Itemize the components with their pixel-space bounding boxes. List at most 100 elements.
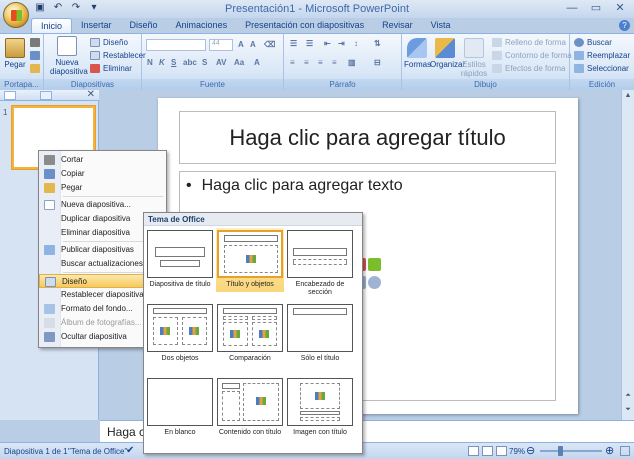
tab-revisar[interactable]: Revisar	[373, 18, 422, 33]
layout-comparison[interactable]: Comparación	[216, 302, 284, 366]
ribbon: Pegar Portapa... Nueva diapositiva Diseñ…	[0, 33, 634, 90]
layout-box	[223, 316, 248, 320]
layout-thumb	[147, 378, 213, 426]
layout-box	[223, 308, 277, 314]
title-placeholder[interactable]: Haga clic para agregar título	[179, 111, 556, 164]
zoom-slider[interactable]	[540, 450, 602, 452]
italic-icon[interactable]: K	[159, 58, 165, 67]
fit-window-icon[interactable]	[620, 446, 630, 456]
bullets-icon[interactable]: ☰	[290, 39, 297, 48]
columns-icon[interactable]: ▥	[348, 58, 356, 67]
close-icon[interactable]: ✕	[608, 1, 632, 16]
close-panel-icon[interactable]: ✕	[87, 89, 95, 100]
slides-tab-icon[interactable]	[4, 91, 16, 100]
shrink-font-icon[interactable]: A	[250, 40, 256, 49]
zoom-level[interactable]: 79%	[509, 447, 525, 456]
layout-title-content[interactable]: Título y objetos	[216, 228, 284, 292]
outline-tab-icon[interactable]	[40, 91, 52, 100]
shapes-button[interactable]: Formas	[404, 38, 431, 69]
delete-button[interactable]: Eliminar	[90, 64, 132, 73]
paste-button[interactable]: Pegar	[4, 38, 26, 69]
grow-font-icon[interactable]: A	[238, 40, 244, 49]
slide-sorter-icon[interactable]	[482, 446, 493, 456]
maximize-icon[interactable]: ▭	[584, 1, 608, 16]
layout-content-with-caption[interactable]: Contenido con título	[216, 376, 284, 440]
tab-insertar[interactable]: Insertar	[72, 18, 121, 33]
font-name-box[interactable]	[146, 39, 206, 51]
prev-slide-icon[interactable]: ⏶	[623, 392, 633, 402]
align-right-icon[interactable]: ≡	[318, 58, 323, 67]
new-slide-icon	[44, 200, 55, 210]
strikethrough-icon[interactable]: abc	[183, 58, 197, 67]
hide-slide-icon	[44, 332, 55, 342]
layout-section-header[interactable]: Encabezado de sección	[286, 228, 354, 296]
align-center-icon[interactable]: ≡	[304, 58, 309, 67]
increase-indent-icon[interactable]: ⇥	[338, 39, 345, 48]
text-direction-icon[interactable]: ⇅	[374, 39, 381, 48]
layout-picture-with-caption[interactable]: Imagen con título	[286, 376, 354, 440]
reset-button[interactable]: Restablecer	[90, 51, 146, 60]
layout-two-content[interactable]: Dos objetos	[146, 302, 214, 366]
zoom-in-icon[interactable]: ⊕	[605, 444, 614, 457]
zoom-out-icon[interactable]: ⊖	[526, 444, 535, 457]
layout-name: Imagen con título	[293, 429, 347, 436]
arrange-button[interactable]: Organizar	[430, 38, 465, 69]
format-painter-icon[interactable]	[30, 64, 40, 73]
tab-animaciones[interactable]: Animaciones	[167, 18, 237, 33]
change-case-icon[interactable]: Aa	[234, 58, 244, 67]
new-slide-button[interactable]: Nueva diapositiva	[50, 36, 88, 76]
scroll-up-icon[interactable]: ▲	[623, 92, 633, 102]
office-button[interactable]	[3, 2, 29, 28]
new-slide-label: Nueva diapositiva	[50, 58, 88, 76]
shape-outline-button[interactable]: Contorno de forma	[492, 51, 572, 60]
shape-fill-button[interactable]: Relleno de forma	[492, 38, 566, 47]
align-left-icon[interactable]: ≡	[290, 58, 295, 67]
layout-name: Comparación	[229, 355, 271, 362]
tab-presentacion[interactable]: Presentación con diapositivas	[236, 18, 373, 33]
layout-button[interactable]: Diseño	[90, 38, 128, 47]
menu-item-copy[interactable]: Copiar	[39, 167, 166, 181]
next-slide-icon[interactable]: ⏷	[623, 406, 633, 416]
spellcheck-icon[interactable]: ✔	[126, 445, 134, 456]
tab-diseno[interactable]: Diseño	[121, 18, 167, 33]
layout-title-only[interactable]: Sólo el título	[286, 302, 354, 366]
layout-title-slide[interactable]: Diapositiva de título	[146, 228, 214, 292]
font-size-box[interactable]: 44	[209, 39, 233, 51]
decrease-indent-icon[interactable]: ⇤	[324, 39, 331, 48]
insert-smartart-icon[interactable]	[368, 258, 381, 271]
zoom-slider-thumb[interactable]	[558, 446, 563, 456]
justify-icon[interactable]: ≡	[332, 58, 337, 67]
menu-label: Cortar	[61, 155, 84, 164]
menu-item-paste[interactable]: Pegar	[39, 181, 166, 195]
editing-group-label: Edición	[570, 79, 634, 90]
help-icon[interactable]: ?	[619, 20, 630, 31]
layout-icon	[45, 277, 56, 287]
menu-item-new-slide[interactable]: Nueva diapositiva...	[39, 198, 166, 212]
bold-icon[interactable]: N	[147, 58, 153, 67]
line-spacing-icon[interactable]: ↕	[354, 39, 358, 48]
normal-view-icon[interactable]	[468, 446, 479, 456]
minimize-icon[interactable]: —	[560, 1, 584, 16]
layout-box	[222, 391, 240, 421]
replace-button[interactable]: Reemplazar	[574, 51, 630, 60]
tab-vista[interactable]: Vista	[422, 18, 460, 33]
menu-item-cut[interactable]: Cortar	[39, 153, 166, 167]
tab-inicio[interactable]: Inicio	[31, 18, 73, 33]
copy-icon[interactable]	[30, 51, 40, 60]
shape-effects-button[interactable]: Efectos de forma	[492, 64, 565, 73]
shadow-icon[interactable]: S	[202, 58, 207, 67]
numbering-icon[interactable]: ☰	[306, 39, 313, 48]
clear-format-icon[interactable]: ⌫	[264, 40, 275, 49]
select-button[interactable]: Seleccionar	[574, 64, 629, 73]
vertical-scrollbar[interactable]: ▲ ⏶ ⏷	[621, 90, 634, 420]
quick-styles-button[interactable]: Estilos rápidos	[460, 38, 488, 78]
find-button[interactable]: Buscar	[574, 38, 612, 47]
cut-icon[interactable]	[30, 38, 40, 47]
insert-media-icon[interactable]	[368, 276, 381, 289]
font-color-icon[interactable]: A	[254, 58, 260, 67]
align-text-icon[interactable]: ⊟	[374, 58, 381, 67]
spacing-icon[interactable]: AV	[216, 58, 227, 67]
layout-blank[interactable]: En blanco	[146, 376, 214, 440]
underline-icon[interactable]: S	[171, 58, 176, 67]
slideshow-view-icon[interactable]	[496, 446, 507, 456]
